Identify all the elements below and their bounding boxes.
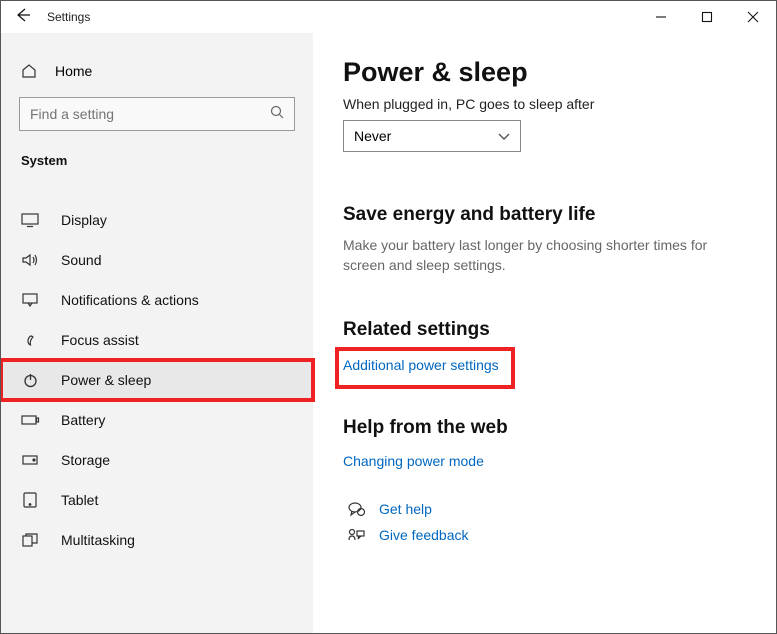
sidebar-item-label: Battery <box>61 412 105 428</box>
sidebar-item-label: Notifications & actions <box>61 292 199 308</box>
search-input[interactable] <box>19 97 295 131</box>
sidebar-item-storage[interactable]: Storage <box>1 440 313 480</box>
sidebar-item-label: Multitasking <box>61 532 135 548</box>
sidebar-item-label: Display <box>61 212 107 228</box>
sidebar-item-label: Focus assist <box>61 332 139 348</box>
main-content: Power & sleep When plugged in, PC goes t… <box>313 33 776 633</box>
sound-icon <box>21 253 39 267</box>
sidebar-section-header: System <box>1 149 313 182</box>
display-icon <box>21 213 39 227</box>
sidebar-item-display[interactable]: Display <box>1 200 313 240</box>
feedback-icon <box>347 528 365 543</box>
search-field[interactable] <box>30 106 270 122</box>
search-icon <box>270 105 284 124</box>
tablet-icon <box>21 492 39 508</box>
home-nav[interactable]: Home <box>1 57 313 89</box>
energy-title: Save energy and battery life <box>343 204 746 226</box>
home-label: Home <box>55 63 92 79</box>
get-help-link[interactable]: Get help <box>379 501 432 517</box>
home-icon <box>21 63 37 79</box>
sidebar-item-focus-assist[interactable]: Focus assist <box>1 320 313 360</box>
titlebar: Settings <box>1 1 776 33</box>
related-title: Related settings <box>343 319 746 341</box>
give-feedback-row[interactable]: Give feedback <box>347 527 746 543</box>
battery-icon <box>21 415 39 425</box>
sidebar-item-label: Tablet <box>61 492 98 508</box>
sidebar-item-battery[interactable]: Battery <box>1 400 313 440</box>
sidebar-item-label: Power & sleep <box>61 372 151 388</box>
energy-subtitle: Make your battery last longer by choosin… <box>343 236 723 275</box>
minimize-button[interactable] <box>638 1 684 33</box>
focus-assist-icon <box>21 333 39 348</box>
window-title: Settings <box>47 10 90 24</box>
sidebar-item-power-sleep[interactable]: Power & sleep <box>1 360 313 400</box>
sidebar-item-tablet[interactable]: Tablet <box>1 480 313 520</box>
help-title: Help from the web <box>343 417 746 439</box>
chevron-down-icon <box>498 128 510 144</box>
power-icon <box>21 373 39 388</box>
dropdown-value: Never <box>354 128 391 144</box>
sleep-label: When plugged in, PC goes to sleep after <box>343 96 746 112</box>
page-title: Power & sleep <box>343 57 746 88</box>
changing-power-mode-link[interactable]: Changing power mode <box>343 453 484 469</box>
highlight-box: Additional power settings <box>335 347 515 389</box>
sidebar-item-multitasking[interactable]: Multitasking <box>1 520 313 560</box>
additional-power-settings-link[interactable]: Additional power settings <box>343 357 499 373</box>
sidebar-item-sound[interactable]: Sound <box>1 240 313 280</box>
maximize-button[interactable] <box>684 1 730 33</box>
sleep-dropdown[interactable]: Never <box>343 120 521 152</box>
notifications-icon <box>21 293 39 307</box>
multitasking-icon <box>21 533 39 547</box>
sidebar-item-label: Storage <box>61 452 110 468</box>
sidebar-item-label: Sound <box>61 252 101 268</box>
sidebar-item-notifications[interactable]: Notifications & actions <box>1 280 313 320</box>
back-button[interactable] <box>15 7 31 27</box>
sidebar: Home System Display Sound Notifications <box>1 33 313 633</box>
give-feedback-link[interactable]: Give feedback <box>379 527 469 543</box>
get-help-icon <box>347 502 365 517</box>
get-help-row[interactable]: Get help <box>347 501 746 517</box>
close-button[interactable] <box>730 1 776 33</box>
storage-icon <box>21 455 39 465</box>
